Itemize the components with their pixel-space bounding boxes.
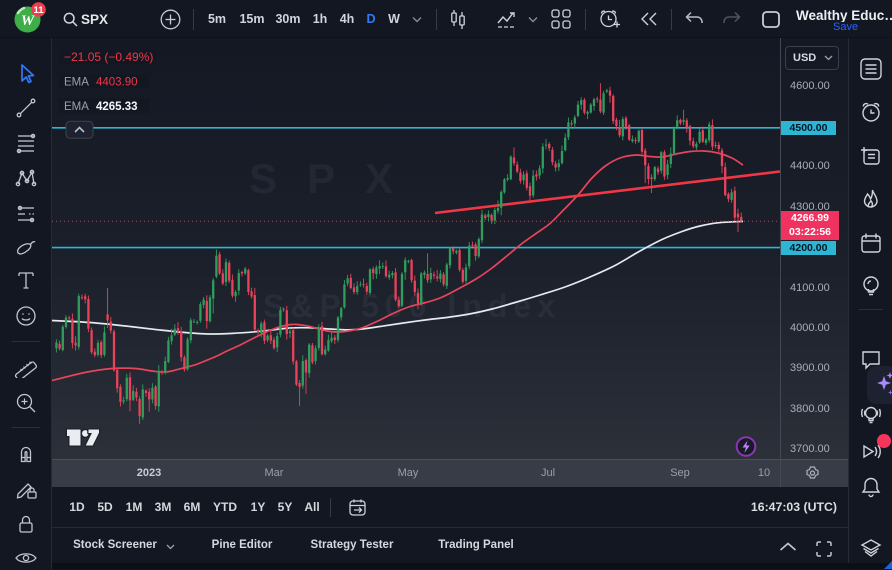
svg-text:EMA: EMA	[64, 101, 89, 113]
svg-text:SPX: SPX	[249, 155, 423, 202]
svg-text:4265.33: 4265.33	[96, 101, 138, 113]
svg-text:11: 11	[33, 5, 44, 16]
svg-text:4403.90: 4403.90	[96, 77, 138, 89]
svg-text:−21.05 (−0.49%): −21.05 (−0.49%)	[64, 50, 153, 64]
svg-text:EMA: EMA	[64, 77, 89, 89]
